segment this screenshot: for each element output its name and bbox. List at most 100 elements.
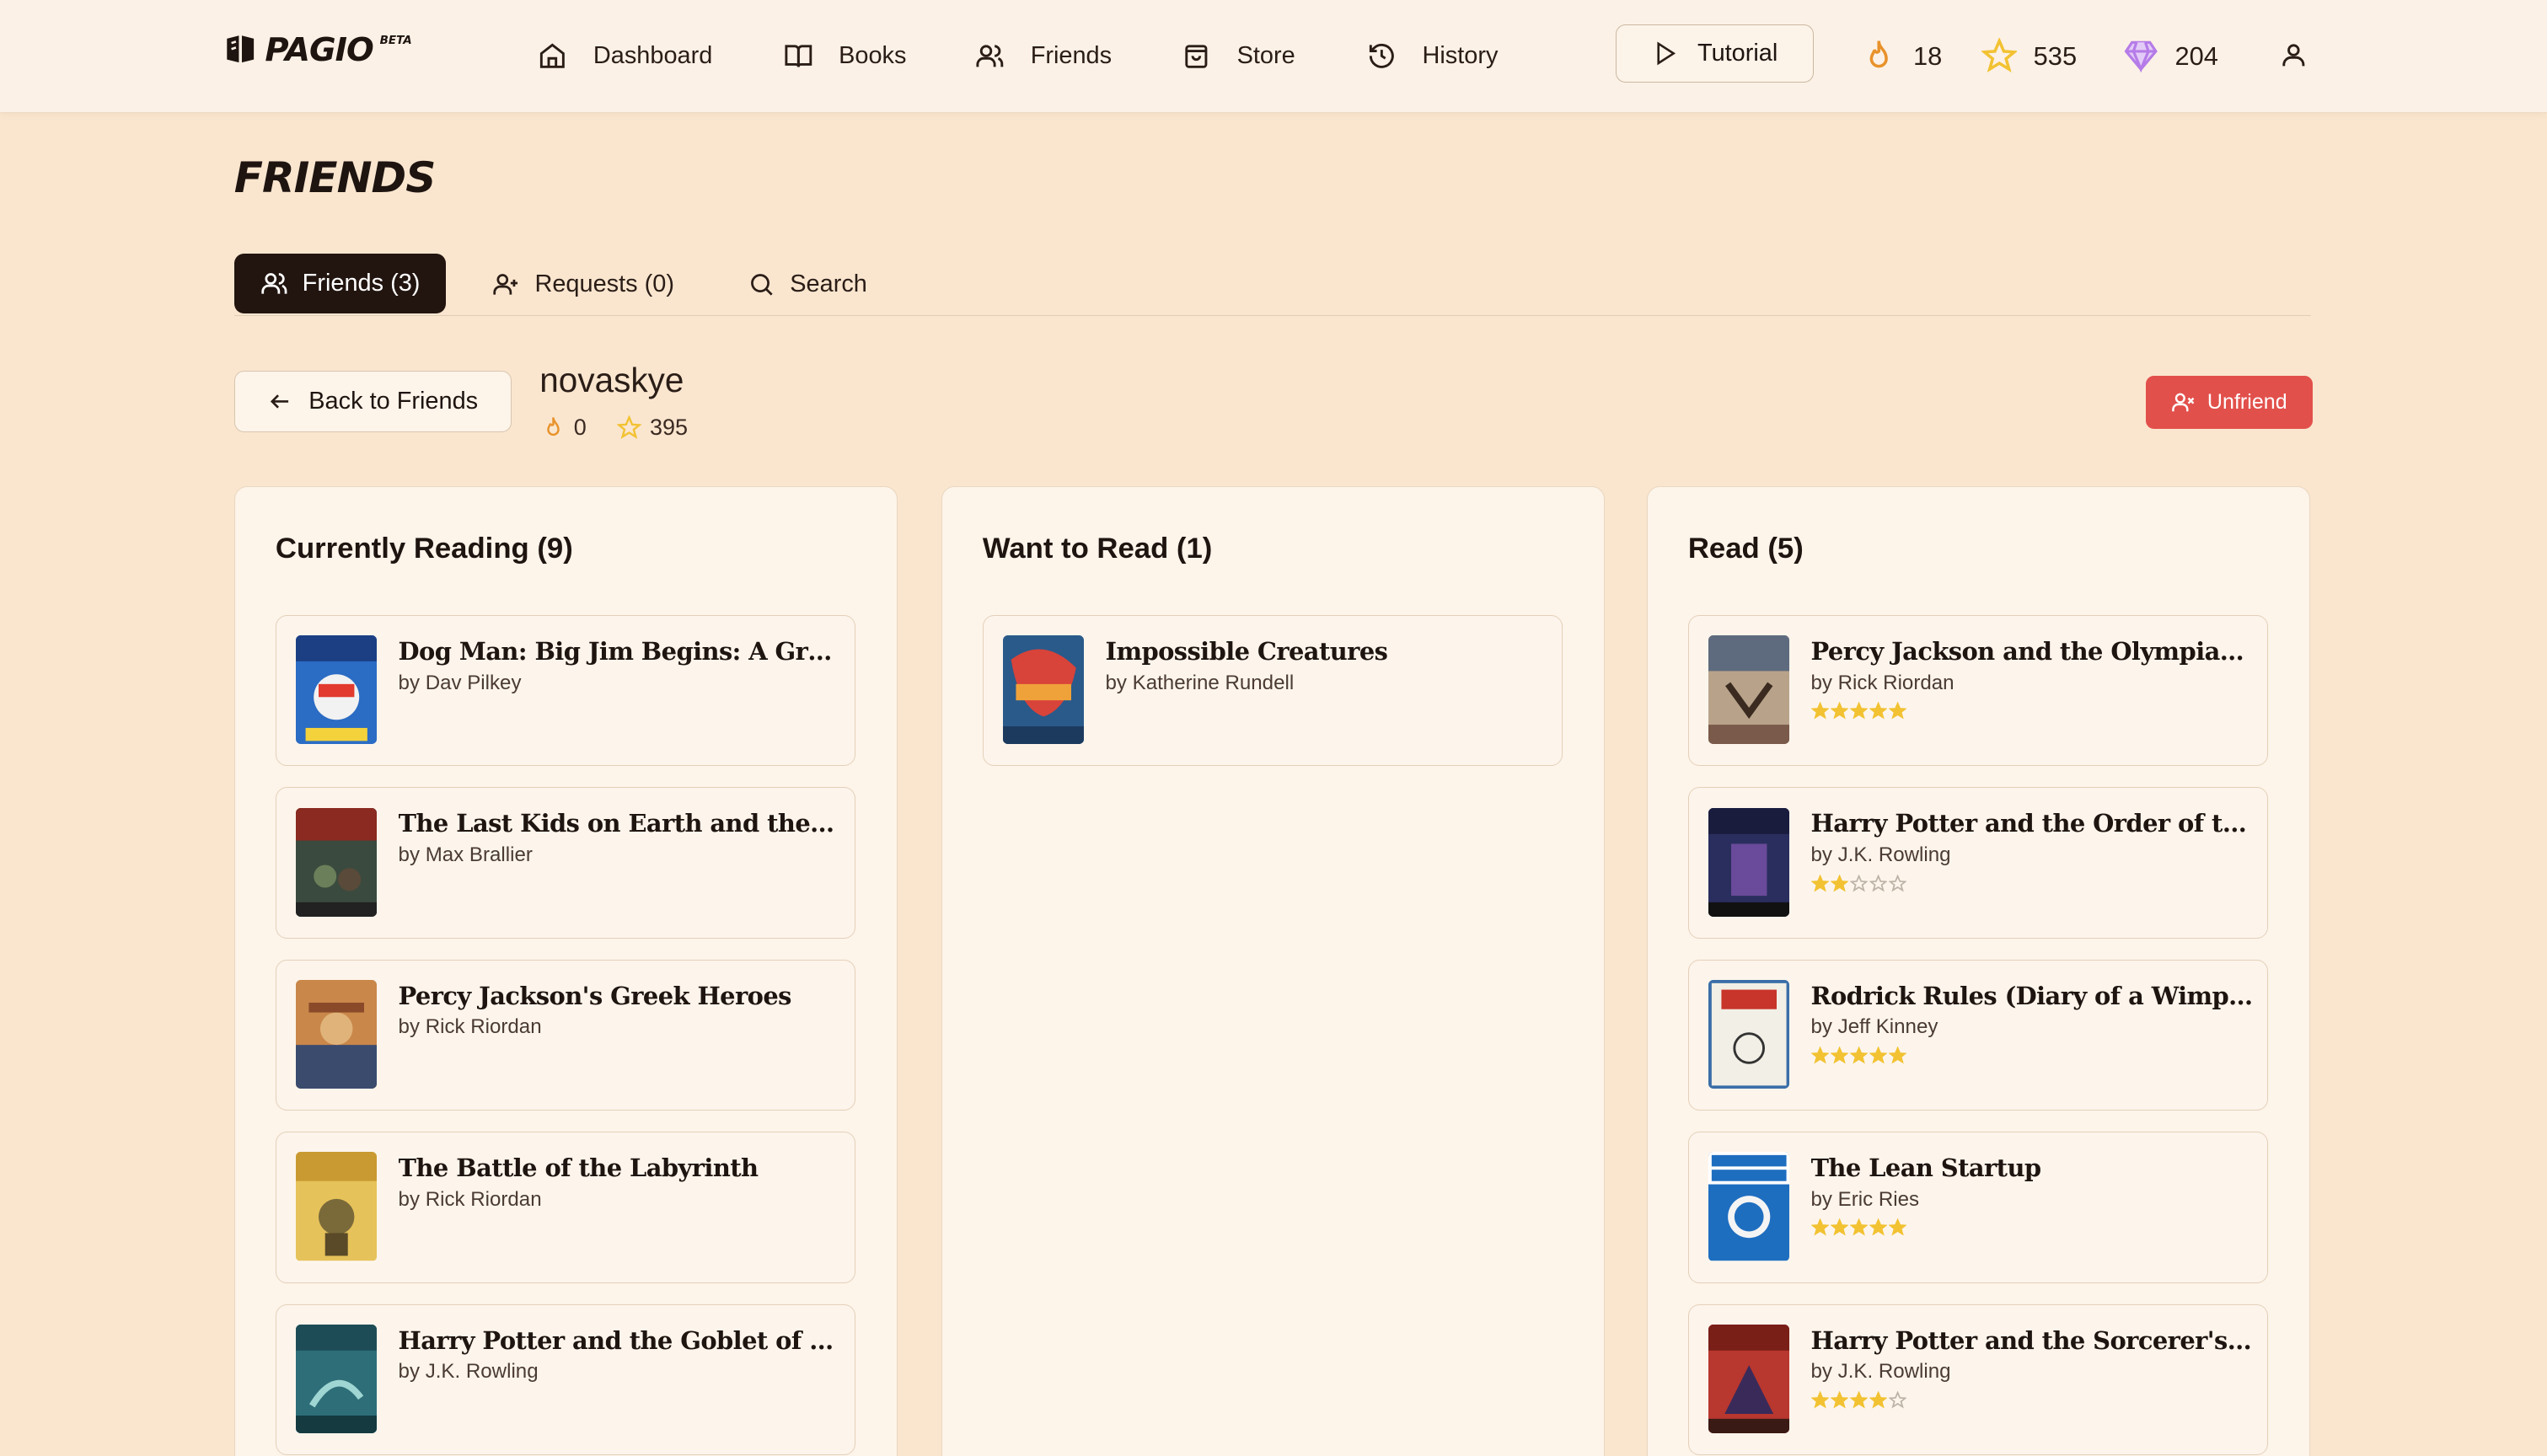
book-author: by J.K. Rowling bbox=[1810, 1360, 1951, 1384]
friend-streak: 0 bbox=[573, 414, 587, 440]
book-card[interactable]: Harry Potter and the Sorcerer's Stone by… bbox=[1687, 1303, 2269, 1456]
play-icon bbox=[1657, 41, 1676, 66]
tab-label: Search bbox=[790, 270, 867, 297]
nav-dashboard[interactable]: Dashboard bbox=[538, 0, 712, 112]
book-card[interactable]: Percy Jackson and the Olympians, B... by… bbox=[1687, 615, 2269, 767]
arrow-left-icon bbox=[271, 394, 289, 409]
book-author: by J.K. Rowling bbox=[1810, 843, 1951, 866]
book-author: by Katherine Rundell bbox=[1105, 671, 1295, 694]
nav-history[interactable]: History bbox=[1367, 0, 1498, 112]
book-cover-order-of-phoenix bbox=[1708, 807, 1790, 917]
book-cover-labyrinth bbox=[296, 1152, 378, 1261]
book-card[interactable]: Impossible Creatures by Katherine Rundel… bbox=[982, 615, 1563, 767]
back-label: Back to Friends bbox=[308, 387, 479, 415]
star-filled-icon bbox=[1869, 702, 1888, 720]
beta-badge: BETA bbox=[379, 34, 412, 48]
book-card[interactable]: Harry Potter and the Order of the P... b… bbox=[1687, 787, 2269, 939]
nav-label: Books bbox=[839, 42, 907, 70]
unfriend-button[interactable]: Unfriend bbox=[2145, 375, 2314, 430]
tutorial-button[interactable]: Tutorial bbox=[1616, 24, 1815, 83]
tab-search[interactable]: Search bbox=[748, 254, 867, 315]
book-title: Harry Potter and the Goblet of Fire bbox=[398, 1325, 841, 1355]
nav-books[interactable]: Books bbox=[784, 0, 907, 112]
gems-counter: 204 bbox=[2123, 0, 2218, 112]
user-profile-icon[interactable] bbox=[2279, 40, 2308, 70]
star-empty-icon bbox=[1889, 874, 1907, 892]
pagio-logo[interactable]: PAGIO BETA bbox=[223, 31, 412, 69]
star-filled-icon bbox=[1849, 702, 1868, 720]
nav-label: Store bbox=[1236, 42, 1295, 70]
star-filled-icon bbox=[1810, 874, 1829, 892]
star-filled-icon bbox=[1889, 1046, 1907, 1064]
star-rating bbox=[1810, 702, 1907, 720]
user-x-icon bbox=[2172, 393, 2195, 412]
shopping-bag-icon bbox=[1185, 45, 1208, 68]
book-title: The Last Kids on Earth and the Skel... bbox=[398, 809, 841, 838]
nav-store[interactable]: Store bbox=[1182, 0, 1295, 112]
book-card[interactable]: The Lean Startup by Eric Ries bbox=[1687, 1132, 2269, 1283]
book-author: by Eric Ries bbox=[1810, 1187, 1920, 1211]
column-title: Want to Read (1) bbox=[982, 532, 1213, 565]
star-icon bbox=[617, 415, 642, 439]
star-rating bbox=[1810, 1218, 1907, 1236]
star-filled-icon bbox=[1889, 702, 1907, 720]
book-cover-sorcerers-stone bbox=[1708, 1324, 1790, 1434]
friend-stars: 395 bbox=[650, 414, 689, 440]
column-title: Currently Reading (9) bbox=[275, 532, 573, 565]
book-card[interactable]: Percy Jackson's Greek Heroes by Rick Rio… bbox=[275, 959, 856, 1111]
friends-tabs: Friends (3) Requests (0) Search bbox=[233, 253, 2312, 317]
book-card[interactable]: Dog Man: Big Jim Begins: A Graphic... by… bbox=[275, 615, 856, 767]
star-filled-icon bbox=[1869, 1046, 1888, 1064]
nav-label: History bbox=[1422, 42, 1499, 70]
star-filled-icon bbox=[1810, 1046, 1829, 1064]
book-title: The Battle of the Labyrinth bbox=[398, 1154, 759, 1183]
book-author: by Rick Riordan bbox=[398, 1187, 542, 1211]
user-plus-icon bbox=[493, 274, 518, 295]
book-card[interactable]: The Battle of the Labyrinth by Rick Rior… bbox=[275, 1132, 856, 1283]
nav-friends[interactable]: Friends bbox=[975, 0, 1112, 112]
tab-label: Friends (3) bbox=[302, 270, 421, 297]
star-rating bbox=[1810, 1390, 1907, 1409]
star-filled-icon bbox=[1830, 1218, 1848, 1236]
star-filled-icon bbox=[1849, 1390, 1868, 1409]
star-empty-icon bbox=[1889, 1390, 1907, 1409]
tab-requests[interactable]: Requests (0) bbox=[492, 254, 674, 315]
tab-label: Requests (0) bbox=[534, 270, 674, 297]
currently-reading-column: Currently Reading (9) Dog Man: Big Jim B… bbox=[233, 485, 898, 1456]
tab-friends[interactable]: Friends (3) bbox=[233, 253, 447, 314]
book-card[interactable]: The Last Kids on Earth and the Skel... b… bbox=[275, 787, 856, 939]
tutorial-label: Tutorial bbox=[1697, 40, 1778, 67]
streak-counter: 18 bbox=[1861, 0, 1942, 112]
star-filled-icon bbox=[1810, 702, 1829, 720]
back-to-friends-button[interactable]: Back to Friends bbox=[233, 370, 512, 432]
streak-value: 18 bbox=[1912, 40, 1943, 71]
logo-icon bbox=[227, 35, 255, 62]
book-cover-dogman bbox=[296, 635, 378, 745]
star-filled-icon bbox=[1830, 874, 1848, 892]
star-filled-icon bbox=[1889, 1218, 1907, 1236]
unfriend-label: Unfriend bbox=[2207, 389, 2287, 414]
book-card[interactable]: Harry Potter and the Goblet of Fire by J… bbox=[275, 1303, 856, 1456]
star-rating bbox=[1810, 1046, 1907, 1064]
book-card[interactable]: Rodrick Rules (Diary of a Wimpy Ki... by… bbox=[1687, 959, 2269, 1111]
book-author: by J.K. Rowling bbox=[398, 1360, 539, 1384]
book-cover-impossible-creatures bbox=[1003, 635, 1085, 745]
book-author: by Dav Pilkey bbox=[398, 671, 522, 694]
book-title: Harry Potter and the Sorcerer's Stone bbox=[1810, 1325, 2254, 1355]
history-icon bbox=[1369, 44, 1394, 68]
star-filled-icon bbox=[1810, 1390, 1829, 1409]
star-empty-icon bbox=[1849, 874, 1868, 892]
star-filled-icon bbox=[1830, 1046, 1848, 1064]
want-to-read-column: Want to Read (1) Impossible Creatures by… bbox=[941, 485, 1605, 1456]
nav-label: Friends bbox=[1030, 42, 1113, 70]
book-cover-lean-startup bbox=[1708, 1152, 1790, 1261]
book-cover-goblet-of-fire bbox=[296, 1324, 378, 1434]
star-empty-icon bbox=[1869, 874, 1888, 892]
book-title: Percy Jackson's Greek Heroes bbox=[398, 981, 792, 1010]
star-filled-icon bbox=[1830, 702, 1848, 720]
book-title: Harry Potter and the Order of the P... bbox=[1810, 809, 2254, 838]
flame-icon bbox=[547, 417, 560, 436]
book-cover-rodrick-rules bbox=[1708, 980, 1790, 1089]
read-column: Read (5) Percy Jackson and the Olympians… bbox=[1646, 485, 2310, 1456]
top-navigation: PAGIO BETA Dashboard Books Friends Store… bbox=[0, 0, 2547, 114]
